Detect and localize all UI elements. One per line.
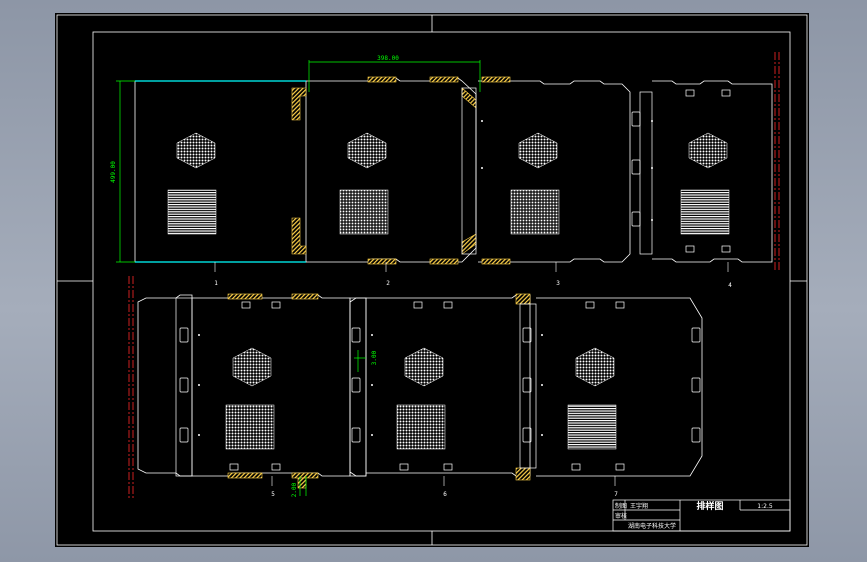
part-number-6: 6 (443, 491, 447, 498)
part-number-5: 5 (271, 491, 275, 498)
part-number-1: 1 (214, 280, 218, 287)
dimension-small: 2.00 (291, 482, 298, 497)
part-number-3: 3 (556, 280, 560, 287)
part-number-2: 2 (386, 280, 390, 287)
drawing-title: 排样图 (696, 500, 723, 512)
drawing-scale: 1:2.5 (757, 503, 773, 510)
dimension-vertical: 499.00 (110, 161, 117, 183)
title-block-row2-label: 审核 (615, 512, 627, 520)
part-number-7: 7 (614, 491, 618, 498)
part-number-4: 4 (728, 282, 732, 289)
dimension-horizontal: 398.00 (377, 55, 399, 62)
dimension-gap: 3.00 (371, 350, 378, 365)
cad-drawing-canvas: 398.00 499.00 1 2 3 4 3.00 2.00 5 6 7 制图… (55, 13, 809, 547)
title-block-row1-label: 制图 (615, 502, 627, 510)
title-block-row1-value: 王宇翔 (630, 502, 648, 510)
title-block-school: 湖南电子科技大学 (628, 522, 676, 530)
